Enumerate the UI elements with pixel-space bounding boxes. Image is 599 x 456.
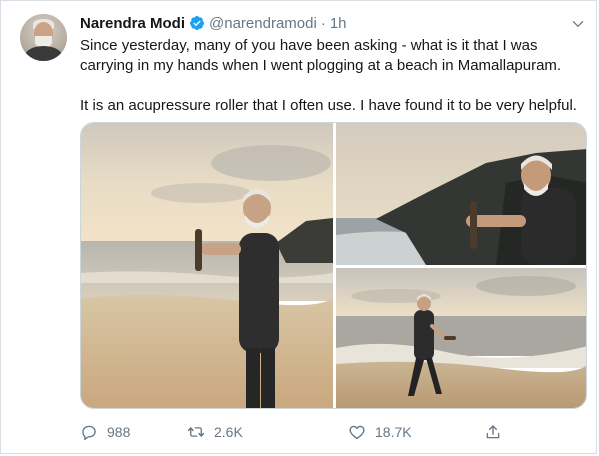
verified-badge-icon: [190, 16, 205, 30]
like-button[interactable]: 18.7K: [348, 421, 412, 443]
heart-icon: [349, 425, 365, 440]
separator-dot: ·: [320, 14, 326, 32]
photo-beach-standing[interactable]: [81, 123, 333, 408]
tweet-header: Narendra Modi @narendramodi · 1h: [80, 13, 347, 33]
author-handle[interactable]: @narendramodi: [209, 15, 317, 32]
tweet-paragraph: Since yesterday, many of you have been a…: [80, 37, 562, 74]
retweet-count: 2.6K: [214, 424, 243, 440]
tweet-timestamp[interactable]: 1h: [330, 15, 347, 32]
photo-beach-walking[interactable]: [336, 268, 586, 408]
reply-icon: [82, 425, 96, 441]
avatar-body: [25, 46, 62, 61]
share-icon: [486, 425, 500, 439]
reply-button[interactable]: 988: [80, 421, 130, 443]
author-name[interactable]: Narendra Modi: [80, 15, 185, 32]
media-grid: [80, 122, 587, 409]
retweet-button[interactable]: 2.6K: [187, 421, 243, 443]
tweet-text: Since yesterday, many of you have been a…: [80, 36, 585, 116]
avatar[interactable]: [20, 14, 67, 61]
chevron-down-icon[interactable]: [571, 17, 585, 31]
retweet-icon: [187, 427, 205, 437]
photo-rocks-closeup[interactable]: [336, 123, 586, 265]
tweet-actions: 988 2.6K 18.7K: [80, 421, 585, 443]
share-button[interactable]: [484, 421, 511, 443]
like-count: 18.7K: [375, 424, 412, 440]
reply-count: 988: [107, 424, 131, 440]
tweet-paragraph: It is an acupressure roller that I often…: [80, 97, 577, 114]
tweet-card: Narendra Modi @narendramodi · 1h Since y…: [0, 0, 597, 454]
